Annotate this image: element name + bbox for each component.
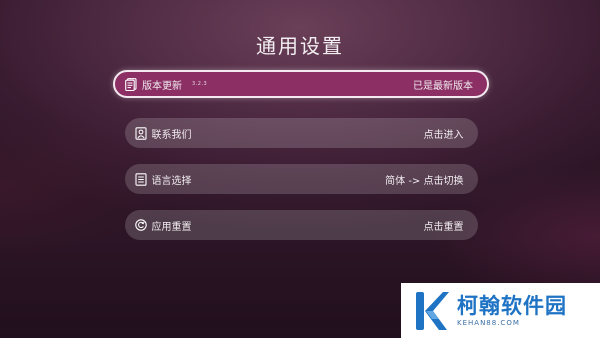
- menu-item-label: 应用重置: [151, 221, 192, 233]
- watermark-url: KEHAN88.COM: [457, 319, 520, 327]
- settings-menu: 版本更新 3.2.3 已是最新版本 联系我们 点击进入 语言选择 简体 -> 点…: [113, 70, 489, 256]
- menu-item-version-update[interactable]: 版本更新 3.2.3 已是最新版本: [113, 70, 489, 98]
- menu-item-language[interactable]: 语言选择 简体 -> 点击切换: [124, 164, 478, 194]
- watermark-text: 柯翰软件园 KEHAN88.COM: [457, 294, 567, 327]
- version-number: 3.2.3: [192, 81, 208, 87]
- page-title: 通用设置: [256, 34, 344, 58]
- menu-item-label: 版本更新: [142, 80, 182, 92]
- menu-item-app-reset[interactable]: 应用重置 点击重置: [124, 210, 478, 240]
- list-icon: [134, 172, 147, 186]
- menu-item-status: 已是最新版本: [413, 80, 473, 92]
- menu-item-action: 点击重置: [423, 221, 464, 233]
- menu-item-action: 点击进入: [423, 129, 464, 141]
- watermark-banner: 柯翰软件园 KEHAN88.COM: [401, 283, 600, 338]
- menu-item-action: 简体 -> 点击切换: [385, 175, 464, 187]
- brand-logo-icon: [413, 289, 449, 333]
- menu-item-contact-us[interactable]: 联系我们 点击进入: [124, 118, 478, 148]
- contact-icon: [134, 126, 147, 140]
- document-icon: [125, 77, 137, 91]
- reset-icon: [134, 219, 147, 232]
- menu-item-label: 联系我们: [151, 129, 192, 141]
- menu-item-label: 语言选择: [151, 175, 192, 187]
- watermark-title: 柯翰软件园: [457, 294, 567, 318]
